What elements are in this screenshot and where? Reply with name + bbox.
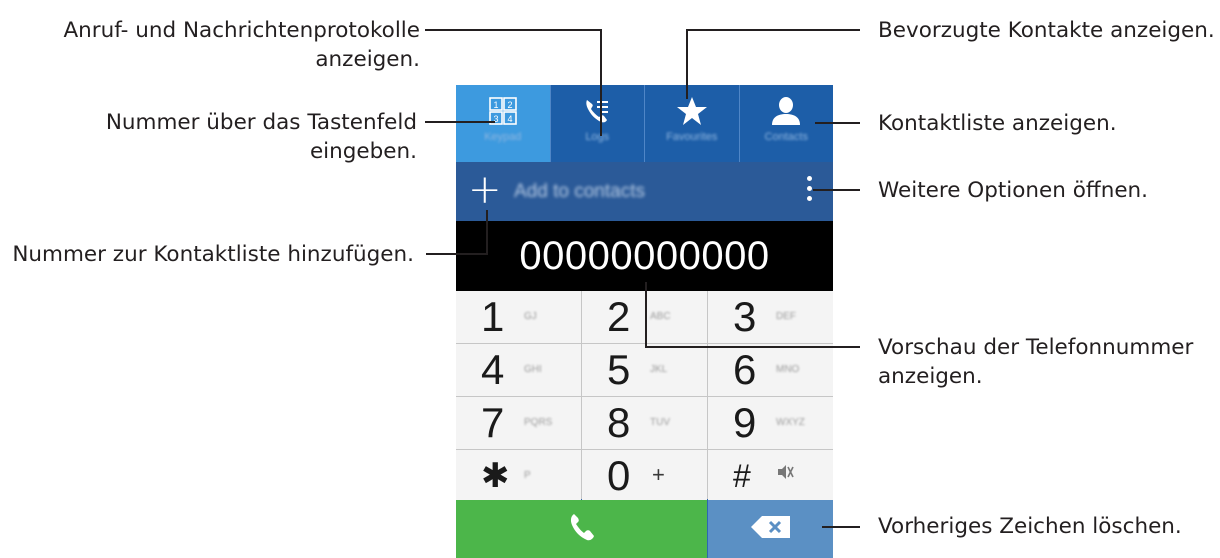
annotation-logs: Anruf- und Nachrichtenprotokolle anzeige… (63, 16, 420, 74)
call-button[interactable] (456, 500, 707, 558)
key-1[interactable]: 1 GJ (456, 291, 581, 343)
keypad-icon-digit: 4 (507, 114, 512, 124)
leader-line (645, 346, 860, 348)
add-to-contacts-label[interactable]: Add to contacts (514, 181, 645, 203)
annotation-delete: Vorheriges Zeichen löschen. (878, 512, 1182, 541)
leader-line (813, 189, 860, 191)
key-letters: + (652, 462, 665, 487)
key-digit: 2 (607, 293, 631, 340)
key-star[interactable]: ✱ P (456, 450, 581, 502)
backspace-icon (750, 515, 792, 543)
key-digit: # (733, 458, 751, 494)
key-digit: 5 (607, 346, 631, 393)
tab-label: Logs (585, 131, 610, 143)
key-digit: 7 (481, 399, 505, 446)
tab-logs[interactable]: Logs (551, 85, 645, 162)
annotation-add-contact-text: Nummer zur Kontaktliste hinzufügen. (12, 242, 414, 267)
key-7[interactable]: 7 PQRS (456, 397, 581, 449)
leader-line (688, 29, 860, 31)
keypad-icon-digit: 1 (493, 100, 498, 110)
key-3[interactable]: 3 DEF (708, 291, 833, 343)
key-letters: ABC (650, 311, 671, 322)
leader-line (822, 526, 860, 528)
key-8[interactable]: 8 TUV (582, 397, 707, 449)
phone-icon (569, 512, 595, 546)
key-5[interactable]: 5 JKL (582, 344, 707, 396)
leader-line (815, 122, 860, 124)
tab-label: Keypad (484, 131, 522, 143)
tab-favourites[interactable]: Favourites (645, 85, 740, 162)
annotation-preview: Vorschau der Telefonnummer anzeigen. (878, 333, 1193, 391)
key-digit: 8 (607, 399, 631, 446)
annotation-more: Weitere Optionen öffnen. (878, 176, 1148, 205)
key-letters: P (524, 470, 531, 481)
key-letters: TUV (650, 417, 670, 428)
leader-line (425, 29, 602, 31)
call-log-icon (583, 95, 611, 127)
leader-line (426, 253, 488, 255)
key-letters: WXYZ (776, 417, 805, 428)
key-letters: GHI (524, 364, 542, 375)
key-digit: 3 (733, 293, 757, 340)
leader-line (645, 282, 647, 348)
tab-label: Contacts (764, 131, 808, 143)
key-digit: 6 (733, 346, 757, 393)
key-4[interactable]: 4 GHI (456, 344, 581, 396)
mute-icon (776, 464, 794, 485)
delete-button[interactable] (708, 500, 833, 558)
key-digit: ✱ (481, 457, 510, 495)
key-9[interactable]: 9 WXYZ (708, 397, 833, 449)
key-digit: 1 (481, 293, 505, 340)
tab-label: Favourites (666, 131, 718, 143)
annotation-preview-line1: Vorschau der Telefonnummer (878, 335, 1194, 360)
key-letters: GJ (524, 311, 537, 322)
annotation-favourites: Bevorzugte Kontakte anzeigen. (878, 16, 1215, 45)
annotation-keypad-line2: eingeben. (309, 139, 417, 164)
annotation-preview-line2: anzeigen. (878, 364, 983, 389)
star-icon (676, 95, 708, 127)
annotation-delete-text: Vorheriges Zeichen löschen. (878, 514, 1182, 539)
phone-number-preview: 00000000000 (519, 233, 770, 278)
tab-keypad[interactable]: 1 2 3 4 Keypad (456, 85, 551, 162)
key-letters: JKL (650, 364, 668, 375)
annotation-favourites-text: Bevorzugte Kontakte anzeigen. (878, 18, 1215, 43)
key-letters: PQRS (524, 417, 553, 428)
leader-line (686, 29, 688, 99)
key-6[interactable]: 6 MNO (708, 344, 833, 396)
key-digit: 4 (481, 346, 505, 393)
tab-bar: 1 2 3 4 Keypad Logs Favourites Contacts (456, 85, 833, 162)
key-letters: MNO (776, 364, 800, 375)
annotation-add-contact: Nummer zur Kontaktliste hinzufügen. (12, 240, 414, 269)
key-letters: DEF (776, 311, 796, 322)
key-digit: 0 (607, 452, 631, 499)
key-digit: 9 (733, 399, 757, 446)
annotation-logs-line2: anzeigen. (315, 47, 420, 72)
leader-line (486, 210, 488, 255)
number-display[interactable]: 00000000000 (456, 221, 833, 291)
add-contact-button[interactable]: + (468, 170, 502, 210)
annotation-keypad-line1: Nummer über das Tastenfeld (105, 110, 417, 135)
annotation-contacts: Kontaktliste anzeigen. (878, 109, 1117, 138)
key-hash[interactable]: # (708, 450, 833, 502)
annotation-more-text: Weitere Optionen öffnen. (878, 178, 1149, 203)
keypad-icon-digit: 2 (507, 100, 512, 110)
key-0[interactable]: 0 + (582, 450, 707, 502)
annotation-logs-line1: Anruf- und Nachrichtenprotokolle (63, 18, 420, 43)
annotation-keypad: Nummer über das Tastenfeld eingeben. (106, 108, 417, 166)
leader-line (600, 29, 602, 136)
contact-person-icon (770, 95, 802, 127)
annotation-contacts-text: Kontaktliste anzeigen. (878, 111, 1117, 136)
add-to-contacts-bar: + Add to contacts (456, 162, 833, 221)
leader-line (425, 121, 495, 123)
